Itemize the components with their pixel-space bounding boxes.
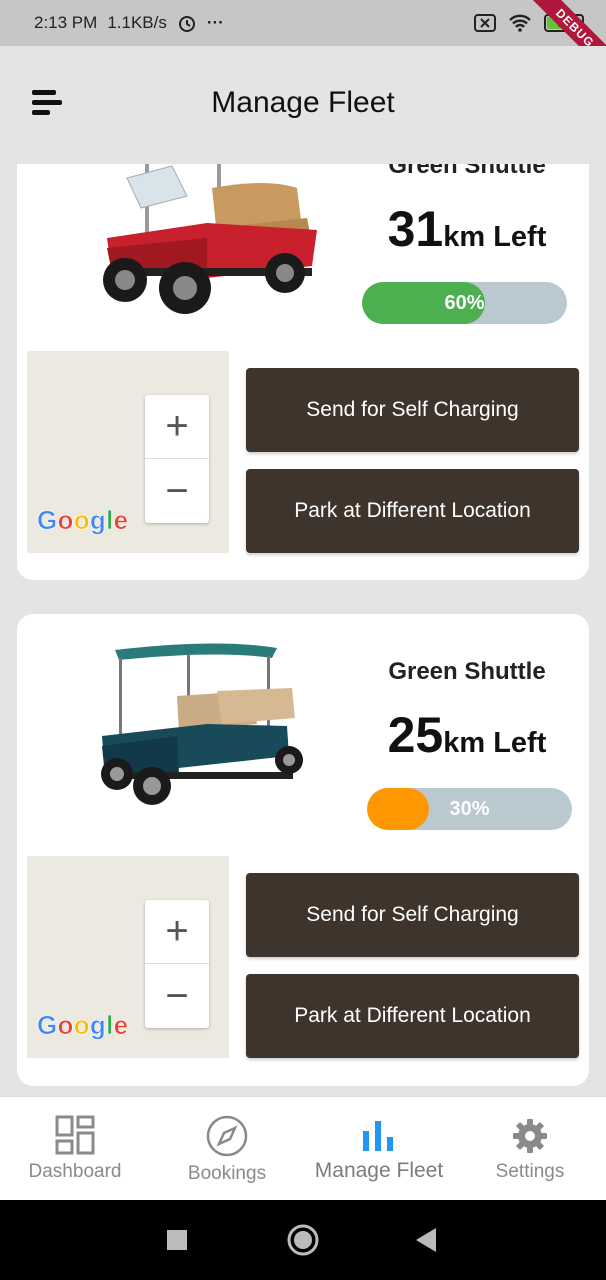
vehicle-card: Green Shuttle 31km Left 60% + − Google S… <box>17 164 589 580</box>
alarm-icon <box>177 13 197 33</box>
home-button[interactable] <box>287 1224 319 1261</box>
zoom-out-button[interactable]: − <box>145 459 209 523</box>
bottom-navigation: Dashboard Bookings Manage Fleet Settings <box>0 1096 606 1200</box>
range-unit: km Left <box>443 221 547 253</box>
zoom-in-button[interactable]: + <box>145 395 209 459</box>
nav-manage-fleet[interactable]: Manage Fleet <box>304 1119 454 1183</box>
google-logo: Google <box>37 1010 129 1041</box>
battery-percent-label: 30% <box>449 798 490 820</box>
status-time: 2:13 PM <box>34 13 98 32</box>
red-golf-cart-image <box>67 164 317 318</box>
recent-apps-button[interactable] <box>167 1230 187 1255</box>
park-at-different-location-button[interactable]: Park at Different Location <box>246 974 579 1058</box>
status-bar: 2:13 PM 1.1KB/s ··· 94 DEBUG <box>0 0 606 82</box>
nav-bookings[interactable]: Bookings <box>152 1115 302 1185</box>
compass-icon <box>152 1115 302 1157</box>
nav-dashboard[interactable]: Dashboard <box>0 1115 150 1183</box>
shuttle-name: Green Shuttle <box>388 164 546 179</box>
nav-label: Manage Fleet <box>314 1159 444 1182</box>
zoom-out-button[interactable]: − <box>145 964 209 1028</box>
zoom-in-button[interactable]: + <box>145 900 209 964</box>
park-at-different-location-button[interactable]: Park at Different Location <box>246 469 579 553</box>
range-remaining: 31km Left <box>357 200 577 258</box>
map-zoom-controls: + − <box>145 395 209 523</box>
range-remaining: 25km Left <box>357 706 577 764</box>
dashboard-icon <box>0 1115 150 1155</box>
range-value: 25 <box>387 707 444 763</box>
map-view[interactable]: + − Google <box>27 351 229 553</box>
battery-progress: 30% <box>367 788 572 830</box>
system-navigation-bar <box>0 1200 606 1280</box>
no-sim-icon <box>474 14 496 32</box>
nav-label: Settings <box>495 1161 565 1182</box>
google-logo: Google <box>37 505 129 536</box>
send-for-self-charging-button[interactable]: Send for Self Charging <box>246 368 579 452</box>
send-for-self-charging-button[interactable]: Send for Self Charging <box>246 873 579 957</box>
nav-label: Bookings <box>187 1163 267 1184</box>
map-view[interactable]: + − Google <box>27 856 229 1058</box>
shuttle-name: Green Shuttle <box>388 658 546 685</box>
page-title: Manage Fleet <box>211 86 395 119</box>
battery-percent-label: 60% <box>444 292 485 314</box>
nav-settings[interactable]: Settings <box>455 1117 605 1183</box>
battery-progress: 60% <box>362 282 567 324</box>
nav-label: Dashboard <box>28 1161 122 1182</box>
back-button[interactable] <box>416 1228 436 1257</box>
vehicle-card: Green Shuttle 25km Left 30% + − Google S… <box>17 614 589 1086</box>
status-more-icon: ··· <box>206 13 224 32</box>
status-network-speed: 1.1KB/s <box>107 13 167 32</box>
gear-icon <box>455 1117 605 1155</box>
teal-golf-cart-image <box>67 636 317 806</box>
range-value: 31 <box>387 201 444 257</box>
wifi-icon <box>508 14 532 32</box>
fleet-list[interactable]: Green Shuttle 31km Left 60% + − Google S… <box>0 164 606 1096</box>
map-zoom-controls: + − <box>145 900 209 1028</box>
range-unit: km Left <box>443 727 547 759</box>
bar-chart-icon <box>304 1119 454 1153</box>
app-bar: Manage Fleet <box>0 46 606 164</box>
